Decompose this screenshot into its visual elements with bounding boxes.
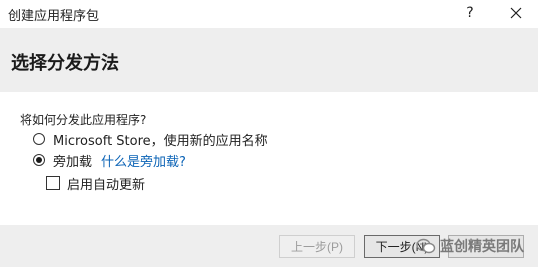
title-bar: 创建应用程序包 ? bbox=[0, 0, 538, 28]
auto-update-option[interactable]: 启用自动更新 bbox=[46, 174, 146, 193]
window-title: 创建应用程序包 bbox=[8, 9, 100, 24]
auto-update-label: 启用自动更新 bbox=[67, 177, 146, 193]
option-sideload[interactable]: 旁加载 什么是旁加载? bbox=[33, 151, 186, 170]
help-button[interactable]: ? bbox=[458, 2, 482, 24]
page-title: 选择分发方法 bbox=[11, 53, 119, 74]
previous-button[interactable]: 上一步(P) bbox=[279, 235, 355, 258]
auto-update-checkbox[interactable] bbox=[46, 176, 60, 190]
option-microsoft-store[interactable]: Microsoft Store，使用新的应用名称 bbox=[33, 130, 268, 149]
next-button[interactable]: 下一步(N) bbox=[364, 235, 440, 258]
radio-microsoft-store[interactable] bbox=[33, 133, 45, 145]
third-button[interactable] bbox=[448, 235, 524, 258]
distribution-question: 将如何分发此应用程序? bbox=[20, 113, 147, 127]
radio-sideload[interactable] bbox=[33, 154, 45, 166]
option-sideload-label: 旁加载 bbox=[53, 154, 93, 170]
close-icon[interactable] bbox=[503, 2, 529, 24]
option-microsoft-store-label: Microsoft Store，使用新的应用名称 bbox=[53, 133, 268, 149]
what-is-sideload-link[interactable]: 什么是旁加载? bbox=[101, 151, 186, 170]
header-band: 选择分发方法 bbox=[0, 28, 538, 92]
